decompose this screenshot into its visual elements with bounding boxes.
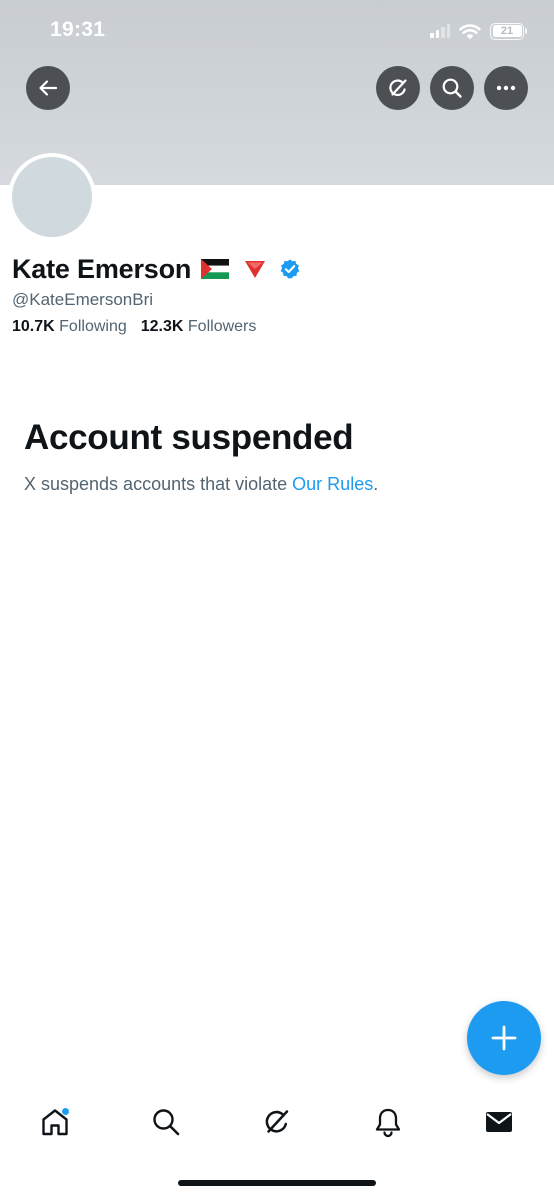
nav-notifications[interactable] bbox=[364, 1098, 412, 1146]
wifi-icon bbox=[459, 23, 481, 39]
palestine-flag-icon bbox=[201, 259, 230, 279]
nav-search[interactable] bbox=[142, 1098, 190, 1146]
status-time: 19:31 bbox=[50, 18, 106, 41]
verified-badge-icon[interactable] bbox=[279, 258, 301, 280]
nav-grok[interactable] bbox=[253, 1098, 301, 1146]
search-icon bbox=[153, 1109, 180, 1136]
followers-label: Followers bbox=[187, 318, 257, 335]
search-icon bbox=[442, 78, 462, 98]
suspended-message-end: . bbox=[373, 474, 379, 494]
display-name: Kate Emerson bbox=[12, 253, 192, 284]
battery-level: 21 bbox=[492, 25, 522, 37]
profile-handle: @KateEmersonBri bbox=[12, 290, 154, 309]
home-indicator bbox=[178, 1180, 376, 1186]
profile-page: 19:31 21 Kate Emerson @KateEmersonBri 10… bbox=[0, 0, 554, 1199]
plus-icon bbox=[491, 1025, 517, 1051]
suspended-message-text: X suspends accounts that violate bbox=[24, 474, 293, 494]
more-button[interactable] bbox=[484, 66, 528, 110]
followers-count: 12.3K bbox=[140, 318, 184, 335]
grok-icon bbox=[389, 79, 407, 97]
grok-icon bbox=[265, 1110, 289, 1133]
messages-envelope-icon bbox=[486, 1112, 512, 1132]
following-stat[interactable]: 10.7K Following bbox=[12, 318, 127, 336]
status-bar: 19:31 21 bbox=[0, 0, 554, 60]
back-button[interactable] bbox=[26, 66, 70, 110]
battery-icon: 21 bbox=[490, 22, 527, 40]
bottom-nav bbox=[0, 1090, 554, 1150]
follow-stats: 10.7K Following 12.3K Followers bbox=[12, 318, 256, 336]
home-notification-dot bbox=[61, 1107, 70, 1116]
nav-messages[interactable] bbox=[475, 1098, 523, 1146]
following-label: Following bbox=[59, 318, 127, 335]
suspended-title: Account suspended bbox=[24, 418, 354, 457]
suspended-message: X suspends accounts that violate Our Rul… bbox=[24, 474, 378, 495]
back-arrow-icon bbox=[39, 80, 58, 96]
compose-button[interactable] bbox=[467, 1001, 541, 1075]
signal-icon bbox=[430, 24, 450, 38]
grok-button[interactable] bbox=[376, 66, 420, 110]
avatar[interactable] bbox=[8, 153, 96, 241]
profile-name-row: Kate Emerson bbox=[12, 250, 301, 288]
our-rules-link[interactable]: Our Rules bbox=[292, 474, 373, 494]
followers-stat[interactable]: 12.3K Followers bbox=[141, 318, 257, 336]
notifications-bell-icon bbox=[375, 1108, 401, 1138]
following-count: 10.7K bbox=[12, 318, 55, 335]
nav-home[interactable] bbox=[31, 1098, 79, 1146]
more-horizontal-icon bbox=[496, 85, 516, 91]
search-button[interactable] bbox=[430, 66, 474, 110]
status-icons: 21 bbox=[430, 21, 527, 41]
red-triangle-icon bbox=[245, 261, 266, 278]
